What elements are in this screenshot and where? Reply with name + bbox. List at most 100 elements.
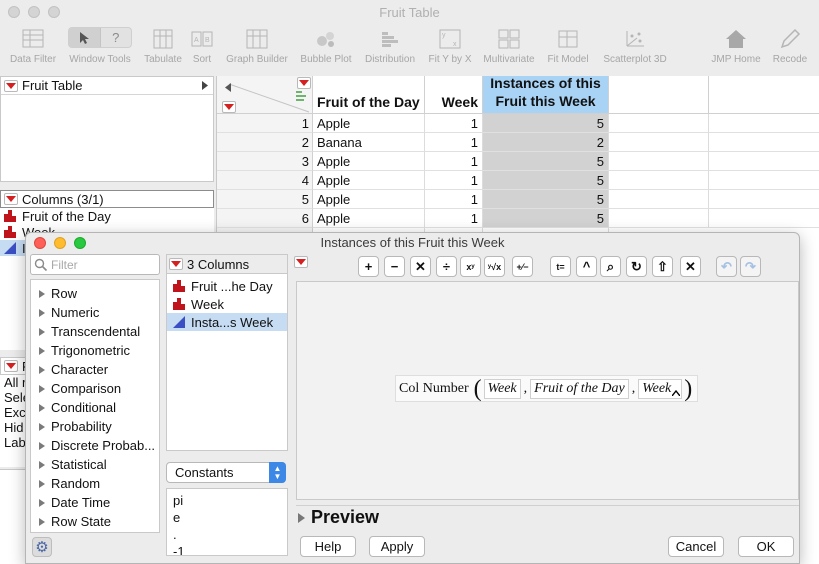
power-icon[interactable]: xʸ [460, 256, 481, 277]
toolbar-fit-y-by-x[interactable]: yx Fit Y by X [424, 24, 476, 65]
constant-item[interactable]: e [173, 509, 287, 526]
table-cell-fruit[interactable]: Apple [313, 171, 425, 190]
columns-panel-header[interactable]: Columns (3/1) [0, 190, 214, 208]
window-tools-group[interactable]: ? [68, 27, 132, 48]
table-cell-fruit[interactable]: Apple [313, 152, 425, 171]
toolbar-sort[interactable]: AB Sort [188, 24, 216, 65]
table-cell-instances[interactable]: 5 [483, 152, 609, 171]
table-cell-instances[interactable]: 2 [483, 133, 609, 152]
function-category-item[interactable]: Date Time [31, 493, 159, 512]
row-number[interactable]: 6 [217, 209, 313, 228]
table-cell-fruit[interactable]: Apple [313, 190, 425, 209]
red-triangle-menu-icon[interactable] [169, 258, 183, 270]
function-category-item[interactable]: Character [31, 360, 159, 379]
toolbar-tabulate[interactable]: Tabulate [140, 24, 186, 65]
help-tool-icon[interactable]: ? [101, 28, 132, 47]
lasso-icon[interactable]: ⌕ [600, 256, 621, 277]
disclosure-arrow-icon[interactable] [298, 512, 305, 523]
delete-icon[interactable]: ✕ [680, 256, 701, 277]
function-filter-input[interactable]: Filter [30, 254, 160, 275]
table-cell-instances[interactable]: 5 [483, 114, 609, 133]
row-number[interactable]: 2 [217, 133, 313, 152]
toolbar-distribution[interactable]: Distribution [360, 24, 420, 65]
formula-arg[interactable]: Fruit of the Day [530, 378, 629, 399]
table-cell-week[interactable]: 1 [425, 114, 483, 133]
column-item[interactable]: Fruit of the Day [0, 208, 214, 224]
table-cell-week[interactable]: 1 [425, 209, 483, 228]
toolbar-graph-builder[interactable]: Graph Builder [222, 24, 292, 65]
table-cell-instances[interactable]: 5 [483, 171, 609, 190]
ok-button[interactable]: OK [738, 536, 794, 557]
function-category-item[interactable]: Transcendental [31, 322, 159, 341]
formula-arg[interactable]: Week [483, 378, 521, 399]
table-cell-instances[interactable]: 5 [483, 190, 609, 209]
column-item-instances[interactable]: Insta...s Week [167, 313, 287, 331]
toolbar-jmp-home[interactable]: JMP Home [708, 24, 764, 65]
function-category-item[interactable]: Trigonometric [31, 341, 159, 360]
arrow-tool-icon[interactable] [69, 28, 101, 47]
preview-section[interactable]: Preview [296, 505, 799, 529]
constant-item[interactable]: -1 [173, 543, 287, 555]
peel-icon[interactable]: ^ [576, 256, 597, 277]
unthread-icon[interactable]: ⇧ [652, 256, 673, 277]
formula-editing-area[interactable]: Col Number ( Week , Fruit of the Day , W… [296, 281, 799, 500]
rows-red-triangle-icon[interactable] [222, 101, 236, 113]
divide-icon[interactable]: ÷ [436, 256, 457, 277]
gear-icon[interactable]: ⚙ [32, 537, 52, 557]
function-category-item[interactable]: Probability [31, 417, 159, 436]
constant-item[interactable]: . [173, 526, 287, 543]
columns-list-header[interactable]: 3 Columns [167, 255, 287, 274]
table-cell-fruit[interactable]: Banana [313, 133, 425, 152]
row-number[interactable]: 5 [217, 190, 313, 209]
function-category-item[interactable]: Discrete Probab... [31, 436, 159, 455]
function-category-item[interactable]: Statistical [31, 455, 159, 474]
table-cell-week[interactable]: 1 [425, 190, 483, 209]
plus-minus-icon[interactable]: +⁄− [512, 256, 533, 277]
apply-button[interactable]: Apply [369, 536, 425, 557]
table-cell-week[interactable]: 1 [425, 171, 483, 190]
column-header-week[interactable]: Week [425, 76, 483, 114]
red-triangle-menu-icon[interactable] [4, 360, 18, 372]
column-selector-icon[interactable] [296, 90, 306, 105]
collapse-arrow-icon[interactable] [225, 80, 231, 95]
toolbar-recode[interactable]: Recode [768, 24, 812, 65]
column-item-fruit[interactable]: Fruit ...he Day [167, 277, 287, 295]
grid-corner[interactable] [217, 76, 313, 114]
table-cell-week[interactable]: 1 [425, 152, 483, 171]
row-number[interactable]: 3 [217, 152, 313, 171]
root-icon[interactable]: ʸ√x [484, 256, 505, 277]
function-category-item[interactable]: Row [31, 284, 159, 303]
expand-arrow-icon[interactable] [202, 78, 208, 93]
row-number[interactable]: 1 [217, 114, 313, 133]
table-panel-header[interactable]: Fruit Table [1, 77, 213, 95]
help-button[interactable]: Help [300, 536, 356, 557]
constant-item[interactable]: pi [173, 492, 287, 509]
table-cell-week[interactable]: 1 [425, 133, 483, 152]
toolbar-data-filter[interactable]: Data Filter [6, 24, 60, 65]
redo-icon[interactable]: ↷ [740, 256, 761, 277]
formula-red-triangle-icon[interactable] [294, 256, 308, 268]
formula-expression[interactable]: Col Number ( Week , Fruit of the Day , W… [395, 375, 699, 402]
toolbar-scatterplot-3d[interactable]: Scatterplot 3D [598, 24, 672, 65]
column-header-fruit[interactable]: Fruit of the Day [313, 76, 425, 114]
toolbar-fit-model[interactable]: Fit Model [542, 24, 594, 65]
red-triangle-menu-icon[interactable] [4, 79, 18, 92]
subtract-icon[interactable]: − [384, 256, 405, 277]
formula-arg[interactable]: Week [638, 378, 683, 399]
function-category-item[interactable]: Random [31, 474, 159, 493]
row-number[interactable]: 4 [217, 171, 313, 190]
columns-red-triangle-icon[interactable] [297, 77, 311, 89]
column-item-week[interactable]: Week [167, 295, 287, 313]
formula-function-name[interactable]: Col Number [399, 381, 469, 397]
column-header-instances[interactable]: Instances of this Fruit this Week [483, 76, 609, 114]
multiply-icon[interactable]: ✕ [410, 256, 431, 277]
red-triangle-menu-icon[interactable] [4, 193, 18, 205]
table-cell-instances[interactable]: 5 [483, 209, 609, 228]
assign-icon[interactable]: t= [550, 256, 571, 277]
function-category-item[interactable]: Row State [31, 512, 159, 531]
function-category-item[interactable]: Numeric [31, 303, 159, 322]
table-cell-fruit[interactable]: Apple [313, 114, 425, 133]
toolbar-multivariate[interactable]: Multivariate [480, 24, 538, 65]
constants-select[interactable]: Constants ▲ ▼ [166, 462, 286, 483]
table-cell-fruit[interactable]: Apple [313, 209, 425, 228]
